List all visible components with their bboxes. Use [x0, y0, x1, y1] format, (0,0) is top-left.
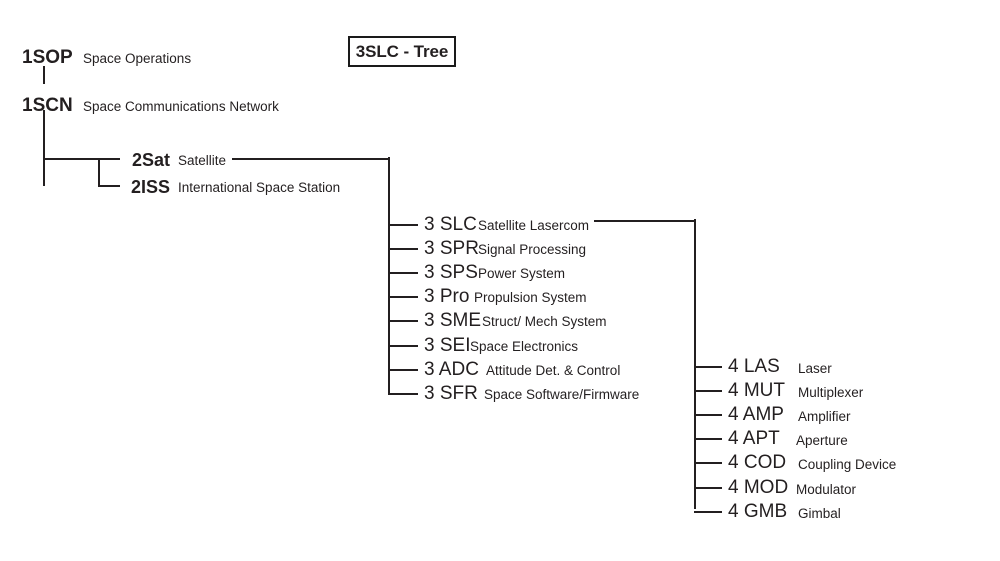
diagram-title-box: 3SLC - Tree [348, 36, 456, 67]
connector-tick-level3-6 [388, 369, 418, 371]
node-desc-2sat: Satellite [178, 153, 227, 168]
connector-tick-level3-0 [388, 224, 418, 226]
connector-tick-level3-3 [388, 296, 418, 298]
connector-tick-level4-4 [694, 462, 722, 464]
node-desc-2iss: International Space Station [178, 180, 341, 195]
node-code-1sop: 1SOP [22, 47, 73, 68]
node-code-4las: 4 LAS [728, 356, 780, 377]
node-desc-3sei: Space Electronics [470, 339, 579, 354]
node-desc-3adc: Attitude Det. & Control [486, 363, 621, 378]
connector-tick-level4-3 [694, 438, 722, 440]
connector-tick-level4-1 [694, 390, 722, 392]
node-code-4mod: 4 MOD [728, 477, 789, 498]
node-code-4amp: 4 AMP [728, 404, 784, 425]
connector-tick-level3-7 [388, 393, 418, 395]
connector-1sop-to-1scn [43, 66, 45, 84]
node-code-3sei: 3 SEI [424, 335, 471, 356]
node-desc-4amp: Amplifier [798, 409, 851, 424]
connector-1scn-trunk [43, 110, 45, 186]
node-code-2sat: 2Sat [131, 150, 170, 170]
connector-level3-trunk [388, 157, 390, 393]
node-code-3sme: 3 SME [424, 310, 482, 331]
node-desc-3slc: Satellite Lasercom [478, 218, 590, 233]
node-code-4gmb: 4 GMB [728, 501, 788, 522]
node-desc-4gmb: Gimbal [798, 506, 841, 521]
node-code-3slc: 3 SLC [424, 214, 477, 235]
node-code-3sps: 3 SPS [424, 262, 478, 283]
connector-tick-level3-2 [388, 272, 418, 274]
connector-tick-level4-6 [694, 511, 722, 513]
connector-tick-level3-5 [388, 345, 418, 347]
tree-diagram-canvas: 3SLC - Tree 1SOP Space Operations 1SCN Spac… [0, 0, 1000, 561]
node-desc-4las: Laser [798, 361, 832, 376]
node-code-1scn: 1SCN [22, 95, 73, 116]
diagram-title-label: 3SLC - Tree [355, 41, 449, 61]
connector-satellite-to-level3 [232, 158, 390, 160]
node-code-2iss: 2ISS [130, 177, 170, 197]
connector-slc-to-level4 [594, 220, 696, 222]
connector-tick-level3-1 [388, 248, 418, 250]
connector-level4-trunk [694, 219, 696, 509]
node-desc-1sop: Space Operations [83, 51, 192, 66]
node-desc-4mut: Multiplexer [798, 385, 864, 400]
node-desc-4mod: Modulator [796, 482, 857, 497]
node-desc-3sps: Power System [478, 266, 566, 281]
node-code-3sfr: 3 SFR [424, 383, 478, 404]
node-code-4mut: 4 MUT [728, 380, 785, 401]
node-desc-4apt: Aperture [796, 433, 848, 448]
node-code-3pro: 3 Pro [424, 286, 470, 307]
node-code-3spr: 3 SPR [424, 238, 479, 259]
node-desc-3sfr: Space Software/Firmware [484, 387, 640, 402]
connector-tick-level4-0 [694, 366, 722, 368]
node-code-4apt: 4 APT [728, 428, 780, 449]
connector-tick-level4-2 [694, 414, 722, 416]
node-desc-1scn: Space Communications Network [83, 99, 279, 114]
connector-tick-level3-4 [388, 320, 418, 322]
node-desc-3sme: Struct/ Mech System [482, 314, 607, 329]
node-code-3adc: 3 ADC [424, 359, 479, 380]
node-code-4cod: 4 COD [728, 452, 787, 473]
node-desc-3spr: Signal Processing [478, 242, 587, 257]
node-desc-3pro: Propulsion System [474, 290, 587, 305]
node-desc-4cod: Coupling Device [798, 457, 897, 472]
connector-tick-level4-5 [694, 487, 722, 489]
